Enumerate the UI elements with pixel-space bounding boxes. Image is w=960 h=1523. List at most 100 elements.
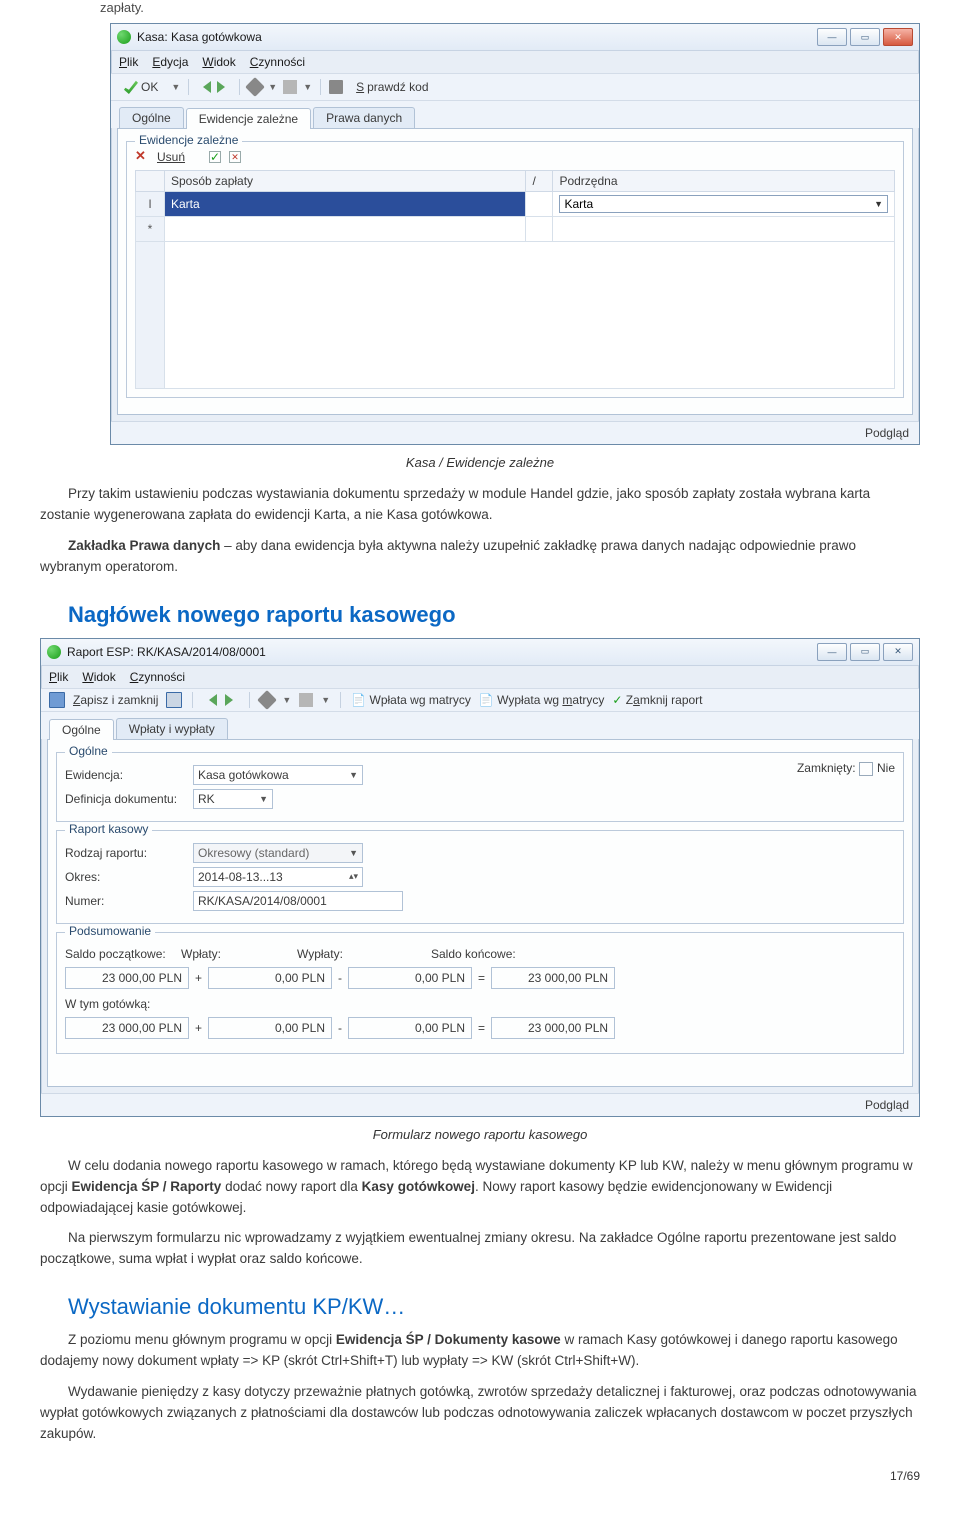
delete-icon[interactable]: ✕ <box>135 150 149 164</box>
maximize-button[interactable]: ▭ <box>850 643 880 661</box>
flag-icon[interactable] <box>299 693 313 707</box>
statusbar: Podgląd <box>111 421 919 444</box>
group-ogolne: Ogólne Zamknięty: Nie Ewidencja: Kasa go… <box>56 752 904 822</box>
minimize-button[interactable]: — <box>817 28 847 46</box>
ok-button[interactable]: OK <box>117 77 165 97</box>
cancel-icon[interactable]: ✕ <box>229 151 241 163</box>
paragraph: Na pierwszym formularzu nic wprowadzamy … <box>40 1228 920 1270</box>
val-g3: 0,00 PLN <box>348 1017 472 1039</box>
nav-forward-icon[interactable] <box>225 694 239 706</box>
tools-icon[interactable] <box>245 77 265 97</box>
tab-wplaty[interactable]: Wpłaty i wypłaty <box>116 718 228 739</box>
toolbar: OK ▼ ▼ ▼ Sprawdź kod <box>111 74 919 101</box>
window-title: Raport ESP: RK/KASA/2014/08/0001 <box>67 645 266 659</box>
okres-input[interactable]: 2014-08-13...13▴▾ <box>193 867 363 887</box>
table-row[interactable]: I Karta Karta▼ <box>136 192 895 217</box>
saldo-konc-label: Saldo końcowe: <box>431 947 516 961</box>
col-slash: / <box>526 171 553 192</box>
menubar: Plik Edycja Widok Czynności <box>111 51 919 74</box>
cell-sposob[interactable]: Karta <box>165 192 526 217</box>
menu-plik[interactable]: Plik <box>119 55 138 69</box>
zamkniety-field: Zamknięty: Nie <box>797 761 895 776</box>
wplata-button[interactable]: 📄 Wpłata wg matrycy <box>351 693 471 707</box>
app-icon <box>117 30 131 44</box>
spinner-icon[interactable]: ▴▾ <box>349 871 358 882</box>
gotowka-label: W tym gotówką: <box>65 997 895 1011</box>
status-text: Podgląd <box>865 426 909 440</box>
ewidencja-select[interactable]: Kasa gotówkowa▼ <box>193 765 363 785</box>
cell-podrzedna[interactable]: Karta▼ <box>553 192 895 217</box>
group-ewidencje: Ewidencje zależne ✕ Usuń ✓ ✕ Sposób zapł… <box>126 141 904 398</box>
figure-caption: Formularz nowego raportu kasowego <box>40 1127 920 1142</box>
dropdown-icon[interactable]: ▼ <box>874 199 883 209</box>
group-legend: Podsumowanie <box>65 924 155 938</box>
val-g4: 23 000,00 PLN <box>491 1017 615 1039</box>
maximize-button[interactable]: ▭ <box>850 28 880 46</box>
confirm-icon[interactable]: ✓ <box>209 151 221 163</box>
minimize-button[interactable]: — <box>817 643 847 661</box>
fragment-top: zapłaty. <box>100 0 920 15</box>
menu-plik[interactable]: Plik <box>49 670 68 684</box>
titlebar: Raport ESP: RK/KASA/2014/08/0001 — ▭ ✕ <box>41 639 919 666</box>
tab-panel: Ewidencje zależne ✕ Usuń ✓ ✕ Sposób zapł… <box>117 128 913 415</box>
tabs: Ogólne Ewidencje zależne Prawa danych <box>111 101 919 128</box>
paragraph: Zakładka Prawa danych – aby dana ewidenc… <box>40 536 920 578</box>
tab-panel: Ogólne Zamknięty: Nie Ewidencja: Kasa go… <box>47 739 913 1087</box>
zapisz-button[interactable]: Zapisz i zamknij <box>73 693 158 707</box>
col-podrzedna[interactable]: Podrzędna <box>553 171 895 192</box>
val-g1: 23 000,00 PLN <box>65 1017 189 1039</box>
close-button[interactable]: ✕ <box>883 643 913 661</box>
flag-icon[interactable] <box>283 80 297 94</box>
window-kasa: Kasa: Kasa gotówkowa — ▭ ✕ Plik Edycja W… <box>110 23 920 445</box>
page-number: 17/69 <box>40 1469 920 1483</box>
tools-icon[interactable] <box>257 690 277 710</box>
paragraph: Wydawanie pieniędzy z kasy dotyczy przew… <box>40 1382 920 1445</box>
numer-label: Numer: <box>65 894 185 908</box>
val-pocz: 23 000,00 PLN <box>65 967 189 989</box>
wyplaty-label: Wypłaty: <box>297 947 407 961</box>
tab-prawa[interactable]: Prawa danych <box>313 107 415 128</box>
sprawdz-kod-button[interactable]: Sprawdź kod <box>349 77 435 97</box>
printer-icon[interactable] <box>329 80 343 94</box>
nav-forward-icon[interactable] <box>217 81 231 93</box>
menu-widok[interactable]: Widok <box>202 55 235 69</box>
titlebar: Kasa: Kasa gotówkowa — ▭ ✕ <box>111 24 919 51</box>
nav-back-icon[interactable] <box>197 81 211 93</box>
menu-edycja[interactable]: Edycja <box>152 55 188 69</box>
mini-toolbar: ✕ Usuń ✓ ✕ <box>135 150 895 164</box>
ewidencja-label: Ewidencja: <box>65 768 185 782</box>
numer-input[interactable]: RK/KASA/2014/08/0001 <box>193 891 403 911</box>
rodzaj-label: Rodzaj raportu: <box>65 846 185 860</box>
wplaty-label: Wpłaty: <box>181 947 291 961</box>
status-text: Podgląd <box>865 1098 909 1112</box>
def-select[interactable]: RK▼ <box>193 789 273 809</box>
paragraph: Z poziomu menu głównym programu w opcji … <box>40 1330 920 1372</box>
app-icon <box>47 645 61 659</box>
tab-ewidencje[interactable]: Ewidencje zależne <box>186 108 311 129</box>
col-sposob[interactable]: Sposób zapłaty <box>165 171 526 192</box>
figure-caption: Kasa / Ewidencje zależne <box>40 455 920 470</box>
toolbar: Zapisz i zamknij ▼ ▼ 📄 Wpłata wg matrycy… <box>41 689 919 712</box>
usun-button[interactable]: Usuń <box>157 150 185 164</box>
rodzaj-select: Okresowy (standard)▼ <box>193 843 363 863</box>
zamknij-raport-button[interactable]: ✓ Zamknij raport <box>612 693 702 707</box>
saldo-pocz-label: Saldo początkowe: <box>65 947 175 961</box>
checkbox-icon[interactable] <box>859 762 873 776</box>
tab-ogolne[interactable]: Ogólne <box>49 719 114 740</box>
menu-widok[interactable]: Widok <box>82 670 115 684</box>
heading-naglowek: Nagłówek nowego raportu kasowego <box>68 602 920 628</box>
save-icon[interactable] <box>49 692 65 708</box>
nav-back-icon[interactable] <box>203 694 217 706</box>
tab-ogolne[interactable]: Ogólne <box>119 107 184 128</box>
wyplata-button[interactable]: 📄 Wypłata wg matrycy <box>479 693 605 707</box>
close-button[interactable]: ✕ <box>883 28 913 46</box>
save-icon2[interactable] <box>166 692 182 708</box>
menu-czynnosci[interactable]: Czynności <box>250 55 305 69</box>
menu-czynnosci[interactable]: Czynności <box>130 670 185 684</box>
row-new-marker: * <box>136 217 165 242</box>
paragraph: Przy takim ustawieniu podczas wystawiani… <box>40 484 920 526</box>
group-legend: Ogólne <box>65 744 112 758</box>
group-legend: Ewidencje zależne <box>135 133 242 147</box>
check-icon <box>124 80 138 94</box>
table-row-new[interactable]: * <box>136 217 895 242</box>
